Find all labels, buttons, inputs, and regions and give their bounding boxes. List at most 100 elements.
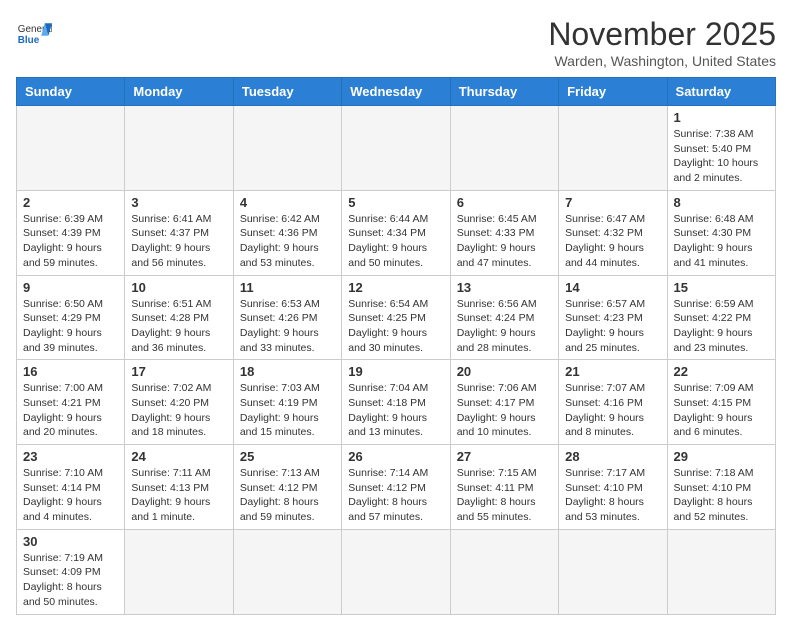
- title-section: November 2025 Warden, Washington, United…: [548, 16, 776, 69]
- calendar-day-cell: [125, 106, 233, 191]
- calendar-table: SundayMondayTuesdayWednesdayThursdayFrid…: [16, 77, 776, 615]
- calendar-day-cell: [450, 106, 558, 191]
- calendar-day-cell: 27Sunrise: 7:15 AM Sunset: 4:11 PM Dayli…: [450, 445, 558, 530]
- calendar-day-cell: 18 Sunrise: 7:03 AM Sunset: 4:19 PM Dayli…: [233, 360, 341, 445]
- day-info: Sunrise: 6:47 AM Sunset: 4:32 PM Dayligh…: [565, 212, 660, 271]
- day-number: 15: [674, 280, 769, 295]
- day-number: 4: [240, 195, 335, 210]
- calendar-day-cell: 2Sunrise: 6:39 AM Sunset: 4:39 PM Daylig…: [17, 190, 125, 275]
- calendar-day-cell: 26 Sunrise: 7:14 AM Sunset: 4:12 PM Dayli…: [342, 445, 450, 530]
- day-number: 21: [565, 364, 660, 379]
- day-number: 28: [565, 449, 660, 464]
- page-header: General Blue November 2025 Warden, Washi…: [16, 16, 776, 69]
- day-info: Sunrise: 6:42 AM Sunset: 4:36 PM Dayligh…: [240, 212, 335, 271]
- day-info: Sunrise: 6:56 AM Sunset: 4:24 PM Dayligh…: [457, 297, 552, 356]
- calendar-day-cell: 28Sunrise: 7:17 AM Sunset: 4:10 PM Dayli…: [559, 445, 667, 530]
- day-header-saturday: Saturday: [667, 78, 775, 106]
- day-number: 19: [348, 364, 443, 379]
- location-subtitle: Warden, Washington, United States: [548, 53, 776, 69]
- day-info: Sunrise: 6:41 AM Sunset: 4:37 PM Dayligh…: [131, 212, 226, 271]
- day-info: Sunrise: 6:44 AM Sunset: 4:34 PM Dayligh…: [348, 212, 443, 271]
- day-number: 6: [457, 195, 552, 210]
- day-info: Sunrise: 6:57 AM Sunset: 4:23 PM Dayligh…: [565, 297, 660, 356]
- day-info: Sunrise: 7:09 AM Sunset: 4:15 PM Dayligh…: [674, 381, 769, 440]
- calendar-week-row: 9 Sunrise: 6:50 AM Sunset: 4:29 PM Daylig…: [17, 275, 776, 360]
- day-info: Sunrise: 7:03 AM Sunset: 4:19 PM Dayligh…: [240, 381, 335, 440]
- calendar-day-cell: 24Sunrise: 7:11 AM Sunset: 4:13 PM Dayli…: [125, 445, 233, 530]
- day-info: Sunrise: 7:00 AM Sunset: 4:21 PM Dayligh…: [23, 381, 118, 440]
- calendar-day-cell: 14 Sunrise: 6:57 AM Sunset: 4:23 PM Dayli…: [559, 275, 667, 360]
- day-number: 11: [240, 280, 335, 295]
- day-number: 5: [348, 195, 443, 210]
- day-number: 26: [348, 449, 443, 464]
- day-info: Sunrise: 7:18 AM Sunset: 4:10 PM Dayligh…: [674, 466, 769, 525]
- calendar-day-cell: 1Sunrise: 7:38 AM Sunset: 5:40 PM Daylig…: [667, 106, 775, 191]
- day-number: 7: [565, 195, 660, 210]
- day-header-monday: Monday: [125, 78, 233, 106]
- day-header-friday: Friday: [559, 78, 667, 106]
- calendar-day-cell: 5 Sunrise: 6:44 AM Sunset: 4:34 PM Daylig…: [342, 190, 450, 275]
- day-info: Sunrise: 6:39 AM Sunset: 4:39 PM Dayligh…: [23, 212, 118, 271]
- month-title: November 2025: [548, 16, 776, 53]
- logo: General Blue: [16, 16, 52, 52]
- calendar-week-row: 30Sunrise: 7:19 AM Sunset: 4:09 PM Dayli…: [17, 529, 776, 614]
- day-number: 9: [23, 280, 118, 295]
- calendar-day-cell: 19 Sunrise: 7:04 AM Sunset: 4:18 PM Dayli…: [342, 360, 450, 445]
- day-info: Sunrise: 7:14 AM Sunset: 4:12 PM Dayligh…: [348, 466, 443, 525]
- day-info: Sunrise: 7:15 AM Sunset: 4:11 PM Dayligh…: [457, 466, 552, 525]
- calendar-day-cell: [667, 529, 775, 614]
- calendar-week-row: 16Sunrise: 7:00 AM Sunset: 4:21 PM Dayli…: [17, 360, 776, 445]
- calendar-week-row: 23 Sunrise: 7:10 AM Sunset: 4:14 PM Dayli…: [17, 445, 776, 530]
- day-info: Sunrise: 7:06 AM Sunset: 4:17 PM Dayligh…: [457, 381, 552, 440]
- day-number: 23: [23, 449, 118, 464]
- calendar-day-cell: 16Sunrise: 7:00 AM Sunset: 4:21 PM Dayli…: [17, 360, 125, 445]
- day-number: 22: [674, 364, 769, 379]
- day-info: Sunrise: 7:13 AM Sunset: 4:12 PM Dayligh…: [240, 466, 335, 525]
- calendar-day-cell: 11 Sunrise: 6:53 AM Sunset: 4:26 PM Dayli…: [233, 275, 341, 360]
- calendar-day-cell: 9 Sunrise: 6:50 AM Sunset: 4:29 PM Daylig…: [17, 275, 125, 360]
- calendar-week-row: 1Sunrise: 7:38 AM Sunset: 5:40 PM Daylig…: [17, 106, 776, 191]
- calendar-day-cell: 15Sunrise: 6:59 AM Sunset: 4:22 PM Dayli…: [667, 275, 775, 360]
- calendar-day-cell: 8Sunrise: 6:48 AM Sunset: 4:30 PM Daylig…: [667, 190, 775, 275]
- day-info: Sunrise: 7:07 AM Sunset: 4:16 PM Dayligh…: [565, 381, 660, 440]
- calendar-day-cell: 3 Sunrise: 6:41 AM Sunset: 4:37 PM Daylig…: [125, 190, 233, 275]
- day-number: 18: [240, 364, 335, 379]
- day-info: Sunrise: 7:11 AM Sunset: 4:13 PM Dayligh…: [131, 466, 226, 525]
- calendar-day-cell: [233, 529, 341, 614]
- calendar-day-cell: 25Sunrise: 7:13 AM Sunset: 4:12 PM Dayli…: [233, 445, 341, 530]
- calendar-day-cell: [125, 529, 233, 614]
- calendar-day-cell: 7 Sunrise: 6:47 AM Sunset: 4:32 PM Daylig…: [559, 190, 667, 275]
- day-header-wednesday: Wednesday: [342, 78, 450, 106]
- day-info: Sunrise: 6:53 AM Sunset: 4:26 PM Dayligh…: [240, 297, 335, 356]
- calendar-day-cell: [342, 106, 450, 191]
- day-number: 14: [565, 280, 660, 295]
- calendar-day-cell: 22 Sunrise: 7:09 AM Sunset: 4:15 PM Dayli…: [667, 360, 775, 445]
- day-header-sunday: Sunday: [17, 78, 125, 106]
- day-header-thursday: Thursday: [450, 78, 558, 106]
- day-number: 3: [131, 195, 226, 210]
- day-number: 29: [674, 449, 769, 464]
- calendar-day-cell: [450, 529, 558, 614]
- day-info: Sunrise: 6:54 AM Sunset: 4:25 PM Dayligh…: [348, 297, 443, 356]
- calendar-day-cell: 23 Sunrise: 7:10 AM Sunset: 4:14 PM Dayli…: [17, 445, 125, 530]
- day-number: 13: [457, 280, 552, 295]
- calendar-day-cell: 20Sunrise: 7:06 AM Sunset: 4:17 PM Dayli…: [450, 360, 558, 445]
- day-number: 8: [674, 195, 769, 210]
- calendar-day-cell: 6Sunrise: 6:45 AM Sunset: 4:33 PM Daylig…: [450, 190, 558, 275]
- day-number: 1: [674, 110, 769, 125]
- calendar-day-cell: 13 Sunrise: 6:56 AM Sunset: 4:24 PM Dayli…: [450, 275, 558, 360]
- calendar-week-row: 2Sunrise: 6:39 AM Sunset: 4:39 PM Daylig…: [17, 190, 776, 275]
- calendar-day-cell: [233, 106, 341, 191]
- calendar-day-cell: 4 Sunrise: 6:42 AM Sunset: 4:36 PM Daylig…: [233, 190, 341, 275]
- day-header-tuesday: Tuesday: [233, 78, 341, 106]
- calendar-header-row: SundayMondayTuesdayWednesdayThursdayFrid…: [17, 78, 776, 106]
- calendar-day-cell: 30Sunrise: 7:19 AM Sunset: 4:09 PM Dayli…: [17, 529, 125, 614]
- calendar-day-cell: 21 Sunrise: 7:07 AM Sunset: 4:16 PM Dayli…: [559, 360, 667, 445]
- calendar-day-cell: 17Sunrise: 7:02 AM Sunset: 4:20 PM Dayli…: [125, 360, 233, 445]
- calendar-day-cell: 12Sunrise: 6:54 AM Sunset: 4:25 PM Dayli…: [342, 275, 450, 360]
- day-info: Sunrise: 7:04 AM Sunset: 4:18 PM Dayligh…: [348, 381, 443, 440]
- day-info: Sunrise: 6:50 AM Sunset: 4:29 PM Dayligh…: [23, 297, 118, 356]
- calendar-day-cell: [559, 529, 667, 614]
- day-info: Sunrise: 7:10 AM Sunset: 4:14 PM Dayligh…: [23, 466, 118, 525]
- day-info: Sunrise: 6:51 AM Sunset: 4:28 PM Dayligh…: [131, 297, 226, 356]
